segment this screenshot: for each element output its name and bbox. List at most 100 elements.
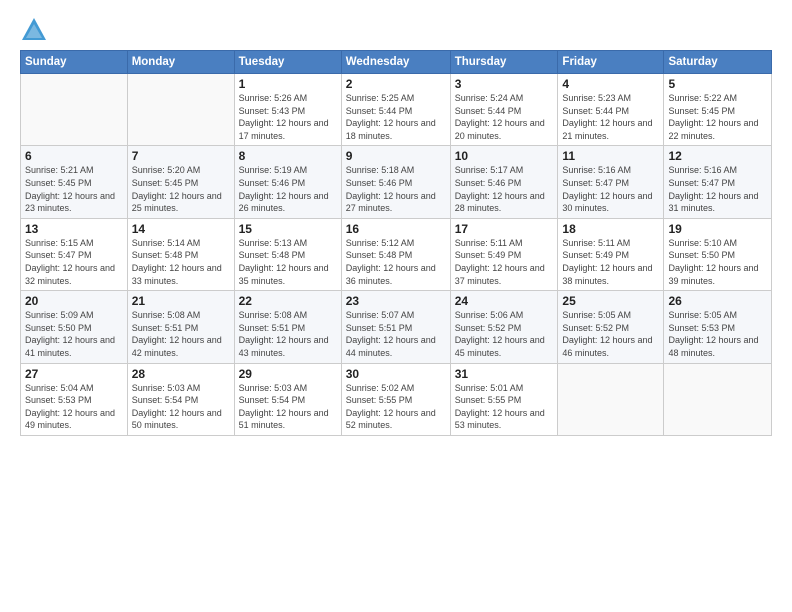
calendar: SundayMondayTuesdayWednesdayThursdayFrid… [20,50,772,436]
day-cell: 6Sunrise: 5:21 AM Sunset: 5:45 PM Daylig… [21,146,128,218]
day-cell: 11Sunrise: 5:16 AM Sunset: 5:47 PM Dayli… [558,146,664,218]
header [20,16,772,44]
day-cell: 17Sunrise: 5:11 AM Sunset: 5:49 PM Dayli… [450,218,558,290]
day-number: 12 [668,149,767,163]
day-number: 7 [132,149,230,163]
day-cell: 22Sunrise: 5:08 AM Sunset: 5:51 PM Dayli… [234,291,341,363]
day-number: 13 [25,222,123,236]
day-info: Sunrise: 5:03 AM Sunset: 5:54 PM Dayligh… [132,382,230,432]
day-number: 25 [562,294,659,308]
day-cell: 13Sunrise: 5:15 AM Sunset: 5:47 PM Dayli… [21,218,128,290]
header-row: SundayMondayTuesdayWednesdayThursdayFrid… [21,51,772,74]
day-info: Sunrise: 5:21 AM Sunset: 5:45 PM Dayligh… [25,164,123,214]
day-cell: 23Sunrise: 5:07 AM Sunset: 5:51 PM Dayli… [341,291,450,363]
day-info: Sunrise: 5:14 AM Sunset: 5:48 PM Dayligh… [132,237,230,287]
day-number: 2 [346,77,446,91]
day-info: Sunrise: 5:13 AM Sunset: 5:48 PM Dayligh… [239,237,337,287]
day-info: Sunrise: 5:22 AM Sunset: 5:45 PM Dayligh… [668,92,767,142]
day-info: Sunrise: 5:18 AM Sunset: 5:46 PM Dayligh… [346,164,446,214]
day-number: 14 [132,222,230,236]
day-number: 10 [455,149,554,163]
day-info: Sunrise: 5:05 AM Sunset: 5:52 PM Dayligh… [562,309,659,359]
day-number: 30 [346,367,446,381]
day-info: Sunrise: 5:01 AM Sunset: 5:55 PM Dayligh… [455,382,554,432]
week-row-1: 1Sunrise: 5:26 AM Sunset: 5:43 PM Daylig… [21,74,772,146]
day-number: 29 [239,367,337,381]
header-cell-tuesday: Tuesday [234,51,341,74]
day-cell: 19Sunrise: 5:10 AM Sunset: 5:50 PM Dayli… [664,218,772,290]
day-info: Sunrise: 5:08 AM Sunset: 5:51 PM Dayligh… [239,309,337,359]
day-cell [127,74,234,146]
day-number: 9 [346,149,446,163]
day-info: Sunrise: 5:24 AM Sunset: 5:44 PM Dayligh… [455,92,554,142]
day-cell: 1Sunrise: 5:26 AM Sunset: 5:43 PM Daylig… [234,74,341,146]
day-cell: 12Sunrise: 5:16 AM Sunset: 5:47 PM Dayli… [664,146,772,218]
header-cell-saturday: Saturday [664,51,772,74]
day-number: 3 [455,77,554,91]
day-info: Sunrise: 5:05 AM Sunset: 5:53 PM Dayligh… [668,309,767,359]
day-number: 15 [239,222,337,236]
day-info: Sunrise: 5:17 AM Sunset: 5:46 PM Dayligh… [455,164,554,214]
day-number: 20 [25,294,123,308]
header-cell-friday: Friday [558,51,664,74]
day-number: 22 [239,294,337,308]
day-cell: 21Sunrise: 5:08 AM Sunset: 5:51 PM Dayli… [127,291,234,363]
day-cell: 29Sunrise: 5:03 AM Sunset: 5:54 PM Dayli… [234,363,341,435]
day-info: Sunrise: 5:09 AM Sunset: 5:50 PM Dayligh… [25,309,123,359]
day-number: 23 [346,294,446,308]
day-info: Sunrise: 5:07 AM Sunset: 5:51 PM Dayligh… [346,309,446,359]
day-number: 8 [239,149,337,163]
day-cell: 15Sunrise: 5:13 AM Sunset: 5:48 PM Dayli… [234,218,341,290]
day-cell [21,74,128,146]
day-number: 28 [132,367,230,381]
day-info: Sunrise: 5:12 AM Sunset: 5:48 PM Dayligh… [346,237,446,287]
day-info: Sunrise: 5:20 AM Sunset: 5:45 PM Dayligh… [132,164,230,214]
week-row-5: 27Sunrise: 5:04 AM Sunset: 5:53 PM Dayli… [21,363,772,435]
day-number: 6 [25,149,123,163]
header-cell-sunday: Sunday [21,51,128,74]
day-number: 4 [562,77,659,91]
day-cell: 28Sunrise: 5:03 AM Sunset: 5:54 PM Dayli… [127,363,234,435]
day-number: 26 [668,294,767,308]
day-cell: 7Sunrise: 5:20 AM Sunset: 5:45 PM Daylig… [127,146,234,218]
day-cell: 2Sunrise: 5:25 AM Sunset: 5:44 PM Daylig… [341,74,450,146]
day-info: Sunrise: 5:03 AM Sunset: 5:54 PM Dayligh… [239,382,337,432]
day-number: 17 [455,222,554,236]
day-info: Sunrise: 5:16 AM Sunset: 5:47 PM Dayligh… [562,164,659,214]
day-cell: 8Sunrise: 5:19 AM Sunset: 5:46 PM Daylig… [234,146,341,218]
day-number: 31 [455,367,554,381]
day-cell: 26Sunrise: 5:05 AM Sunset: 5:53 PM Dayli… [664,291,772,363]
day-cell: 24Sunrise: 5:06 AM Sunset: 5:52 PM Dayli… [450,291,558,363]
page: SundayMondayTuesdayWednesdayThursdayFrid… [0,0,792,612]
day-number: 1 [239,77,337,91]
day-cell: 30Sunrise: 5:02 AM Sunset: 5:55 PM Dayli… [341,363,450,435]
day-cell [664,363,772,435]
week-row-2: 6Sunrise: 5:21 AM Sunset: 5:45 PM Daylig… [21,146,772,218]
header-cell-thursday: Thursday [450,51,558,74]
header-cell-wednesday: Wednesday [341,51,450,74]
header-cell-monday: Monday [127,51,234,74]
day-info: Sunrise: 5:08 AM Sunset: 5:51 PM Dayligh… [132,309,230,359]
day-info: Sunrise: 5:06 AM Sunset: 5:52 PM Dayligh… [455,309,554,359]
day-cell: 25Sunrise: 5:05 AM Sunset: 5:52 PM Dayli… [558,291,664,363]
day-cell: 31Sunrise: 5:01 AM Sunset: 5:55 PM Dayli… [450,363,558,435]
week-row-4: 20Sunrise: 5:09 AM Sunset: 5:50 PM Dayli… [21,291,772,363]
day-info: Sunrise: 5:11 AM Sunset: 5:49 PM Dayligh… [562,237,659,287]
day-cell: 16Sunrise: 5:12 AM Sunset: 5:48 PM Dayli… [341,218,450,290]
day-number: 27 [25,367,123,381]
week-row-3: 13Sunrise: 5:15 AM Sunset: 5:47 PM Dayli… [21,218,772,290]
day-number: 18 [562,222,659,236]
day-info: Sunrise: 5:10 AM Sunset: 5:50 PM Dayligh… [668,237,767,287]
day-number: 24 [455,294,554,308]
day-cell: 18Sunrise: 5:11 AM Sunset: 5:49 PM Dayli… [558,218,664,290]
day-number: 21 [132,294,230,308]
day-info: Sunrise: 5:15 AM Sunset: 5:47 PM Dayligh… [25,237,123,287]
day-info: Sunrise: 5:19 AM Sunset: 5:46 PM Dayligh… [239,164,337,214]
logo-icon [20,16,48,44]
day-info: Sunrise: 5:02 AM Sunset: 5:55 PM Dayligh… [346,382,446,432]
day-cell [558,363,664,435]
day-info: Sunrise: 5:11 AM Sunset: 5:49 PM Dayligh… [455,237,554,287]
day-cell: 27Sunrise: 5:04 AM Sunset: 5:53 PM Dayli… [21,363,128,435]
day-number: 16 [346,222,446,236]
day-cell: 4Sunrise: 5:23 AM Sunset: 5:44 PM Daylig… [558,74,664,146]
